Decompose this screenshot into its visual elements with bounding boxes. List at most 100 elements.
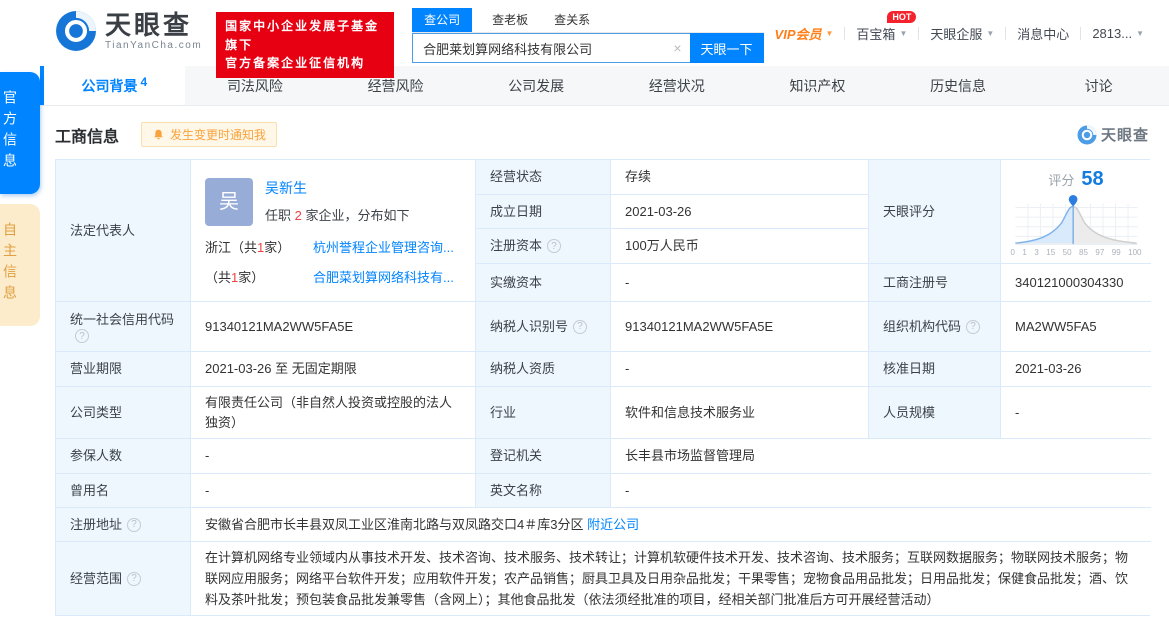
tianyancha-logo-icon	[56, 11, 96, 51]
notify-on-change-button[interactable]: 发生变更时通知我	[141, 122, 278, 147]
field-value-credit-code: 91340121MA2WW5FA5E	[191, 302, 476, 352]
side-tab-official-info[interactable]: 官方信息	[0, 72, 40, 194]
toolbox-menu[interactable]: HOT 百宝箱 ▼	[845, 11, 918, 43]
message-center-menu[interactable]: 消息中心	[1006, 24, 1080, 43]
field-label-biz-term: 营业期限	[56, 352, 191, 387]
field-label-taxpayer-id: 纳税人识别号?	[476, 302, 611, 352]
dist-company-link[interactable]: 合肥菜划算网络科技有...	[313, 268, 461, 288]
field-value-taxpayer-id: 91340121MA2WW5FA5E	[611, 302, 869, 352]
legal-rep-name-link[interactable]: 吴新生	[265, 178, 409, 199]
dist-region: （共1家）	[205, 269, 265, 285]
field-value-status: 存续	[611, 160, 869, 195]
tianyancha-watermark: 天眼查	[1077, 124, 1149, 145]
legal-rep-tenure: 任职 2 家企业，分布如下	[265, 208, 410, 223]
field-label-tianyan-score: 天眼评分	[869, 160, 1001, 264]
field-value-taxpayer-quali: -	[611, 352, 869, 387]
tab-discussion[interactable]: 讨论	[1028, 66, 1169, 105]
field-value-address: 安徽省合肥市长丰县双凤工业区淮南北路与双凤路交口4＃库3分区 附近公司	[191, 508, 1151, 542]
field-value-insured-count: -	[191, 439, 476, 474]
field-label-est-date: 成立日期	[476, 195, 611, 229]
field-value-english-name: -	[611, 474, 1151, 508]
field-value-reg-capital: 100万人民币	[611, 229, 869, 264]
tab-intellectual-property[interactable]: 知识产权	[747, 66, 888, 105]
field-label-company-type: 公司类型	[56, 387, 191, 439]
clear-search-icon[interactable]: ×	[673, 40, 681, 56]
bell-icon	[154, 129, 163, 140]
field-label-paid-capital: 实缴资本	[476, 264, 611, 302]
vip-member-menu[interactable]: VIP会员 ▼	[764, 24, 845, 43]
tab-company-development[interactable]: 公司发展	[466, 66, 607, 105]
field-label-industry: 行业	[476, 387, 611, 439]
tab-judicial-risk[interactable]: 司法风险	[185, 66, 326, 105]
field-label-credit-code: 统一社会信用代码?	[56, 302, 191, 352]
help-icon[interactable]: ?	[573, 319, 588, 334]
field-value-paid-capital: -	[611, 264, 869, 302]
field-label-former-name: 曾用名	[56, 474, 191, 508]
legal-rep-avatar[interactable]: 吴	[205, 178, 253, 226]
brand-name: 天眼查	[105, 9, 193, 40]
field-label-business-scope: 经营范围?	[56, 542, 191, 615]
field-value-business-scope: 在计算机网络专业领域内从事技术开发、技术咨询、技术服务、技术转让；计算机软硬件技…	[191, 542, 1151, 615]
field-value-reg-number: 340121000304330	[1001, 264, 1151, 302]
field-value-org-code: MA2WW5FA5	[1001, 302, 1151, 352]
tianyan-score-cell[interactable]: 评分 58 0 1 3 15 50 85 97 99 100	[1001, 160, 1151, 264]
field-value-industry: 软件和信息技术服务业	[611, 387, 869, 439]
search-block: 查公司 查老板 查关系 × 天眼一下	[412, 8, 764, 63]
tab-count-badge: 4	[140, 75, 148, 89]
dist-company-link[interactable]: 杭州誉程企业管理咨询...	[313, 238, 461, 258]
score-curve-chart	[1014, 194, 1138, 245]
score-value: 58	[1081, 168, 1104, 190]
field-value-former-name: -	[191, 474, 476, 508]
field-value-est-date: 2021-03-26	[611, 195, 869, 229]
field-label-insured-count: 参保人数	[56, 439, 191, 474]
field-value-reg-authority: 长丰县市场监督管理局	[611, 439, 1151, 474]
search-button[interactable]: 天眼一下	[689, 33, 764, 63]
chevron-down-icon: ▼	[825, 29, 834, 38]
help-icon[interactable]: ?	[127, 571, 142, 586]
brand-domain: TianYanCha.com	[105, 39, 203, 51]
left-rail: 官方信息 自主信息	[0, 72, 40, 326]
legal-rep-cell: 吴 吴新生 任职 2 家企业，分布如下 浙江（共1家） 杭州誉程企业管理咨询..…	[191, 160, 476, 302]
tab-history-info[interactable]: 历史信息	[888, 66, 1029, 105]
section-title: 工商信息	[55, 128, 120, 146]
company-nav-tabs: 公司背景 4 司法风险 经营风险 公司发展 经营状况 知识产权 历史信息 讨论	[40, 66, 1169, 106]
site-logo[interactable]: 天眼查 TianYanCha.com	[55, 10, 202, 52]
field-value-biz-term: 2021-03-26 至 无固定期限	[191, 352, 476, 387]
business-info-table: 法定代表人 吴 吴新生 任职 2 家企业，分布如下 浙江（共1家） 杭州誉程企业…	[55, 159, 1151, 616]
tab-operating-risk[interactable]: 经营风险	[325, 66, 466, 105]
search-tab-boss[interactable]: 查老板	[486, 8, 534, 32]
search-tab-company[interactable]: 查公司	[412, 8, 473, 32]
help-icon[interactable]: ?	[127, 517, 142, 532]
score-axis: 0 1 3 15 50 85 97 99 100	[1010, 248, 1142, 257]
field-label-legal-rep: 法定代表人	[56, 160, 191, 302]
field-label-reg-number: 工商注册号	[869, 264, 1001, 302]
field-label-english-name: 英文名称	[476, 474, 611, 508]
side-tab-self-info[interactable]: 自主信息	[0, 204, 40, 326]
tianyancha-logo-icon	[1077, 125, 1097, 144]
chevron-down-icon: ▼	[986, 29, 995, 38]
field-value-approval-date: 2021-03-26	[1001, 352, 1151, 387]
field-label-staff-size: 人员规模	[869, 387, 1001, 439]
search-input[interactable]	[412, 33, 690, 63]
tab-operating-status[interactable]: 经营状况	[607, 66, 748, 105]
enterprise-service-menu[interactable]: 天眼企服 ▼	[919, 24, 1005, 43]
search-tab-relation[interactable]: 查关系	[548, 8, 596, 32]
nearby-companies-link[interactable]: 附近公司	[587, 515, 639, 535]
score-pin-icon	[1068, 194, 1077, 207]
search-tabs: 查公司 查老板 查关系	[412, 8, 764, 33]
field-label-org-code: 组织机构代码?	[869, 302, 1001, 352]
header-menu: VIP会员 ▼ HOT 百宝箱 ▼ 天眼企服 ▼ 消息中心 2813... ▼	[764, 11, 1155, 43]
field-value-staff-size: -	[1001, 387, 1151, 439]
chevron-down-icon: ▼	[899, 29, 908, 38]
chevron-down-icon: ▼	[1136, 29, 1144, 38]
account-menu[interactable]: 2813... ▼	[1081, 26, 1155, 41]
field-label-approval-date: 核准日期	[869, 352, 1001, 387]
help-icon[interactable]: ?	[75, 329, 89, 344]
tab-company-background[interactable]: 公司背景 4	[44, 66, 185, 105]
field-value-company-type: 有限责任公司（非自然人投资或控股的法人独资）	[191, 387, 476, 439]
help-icon[interactable]: ?	[966, 319, 981, 334]
field-label-taxpayer-quali: 纳税人资质	[476, 352, 611, 387]
dist-region: 浙江（共1家）	[205, 240, 291, 255]
help-icon[interactable]: ?	[547, 239, 562, 253]
field-label-reg-capital: 注册资本?	[476, 229, 611, 264]
